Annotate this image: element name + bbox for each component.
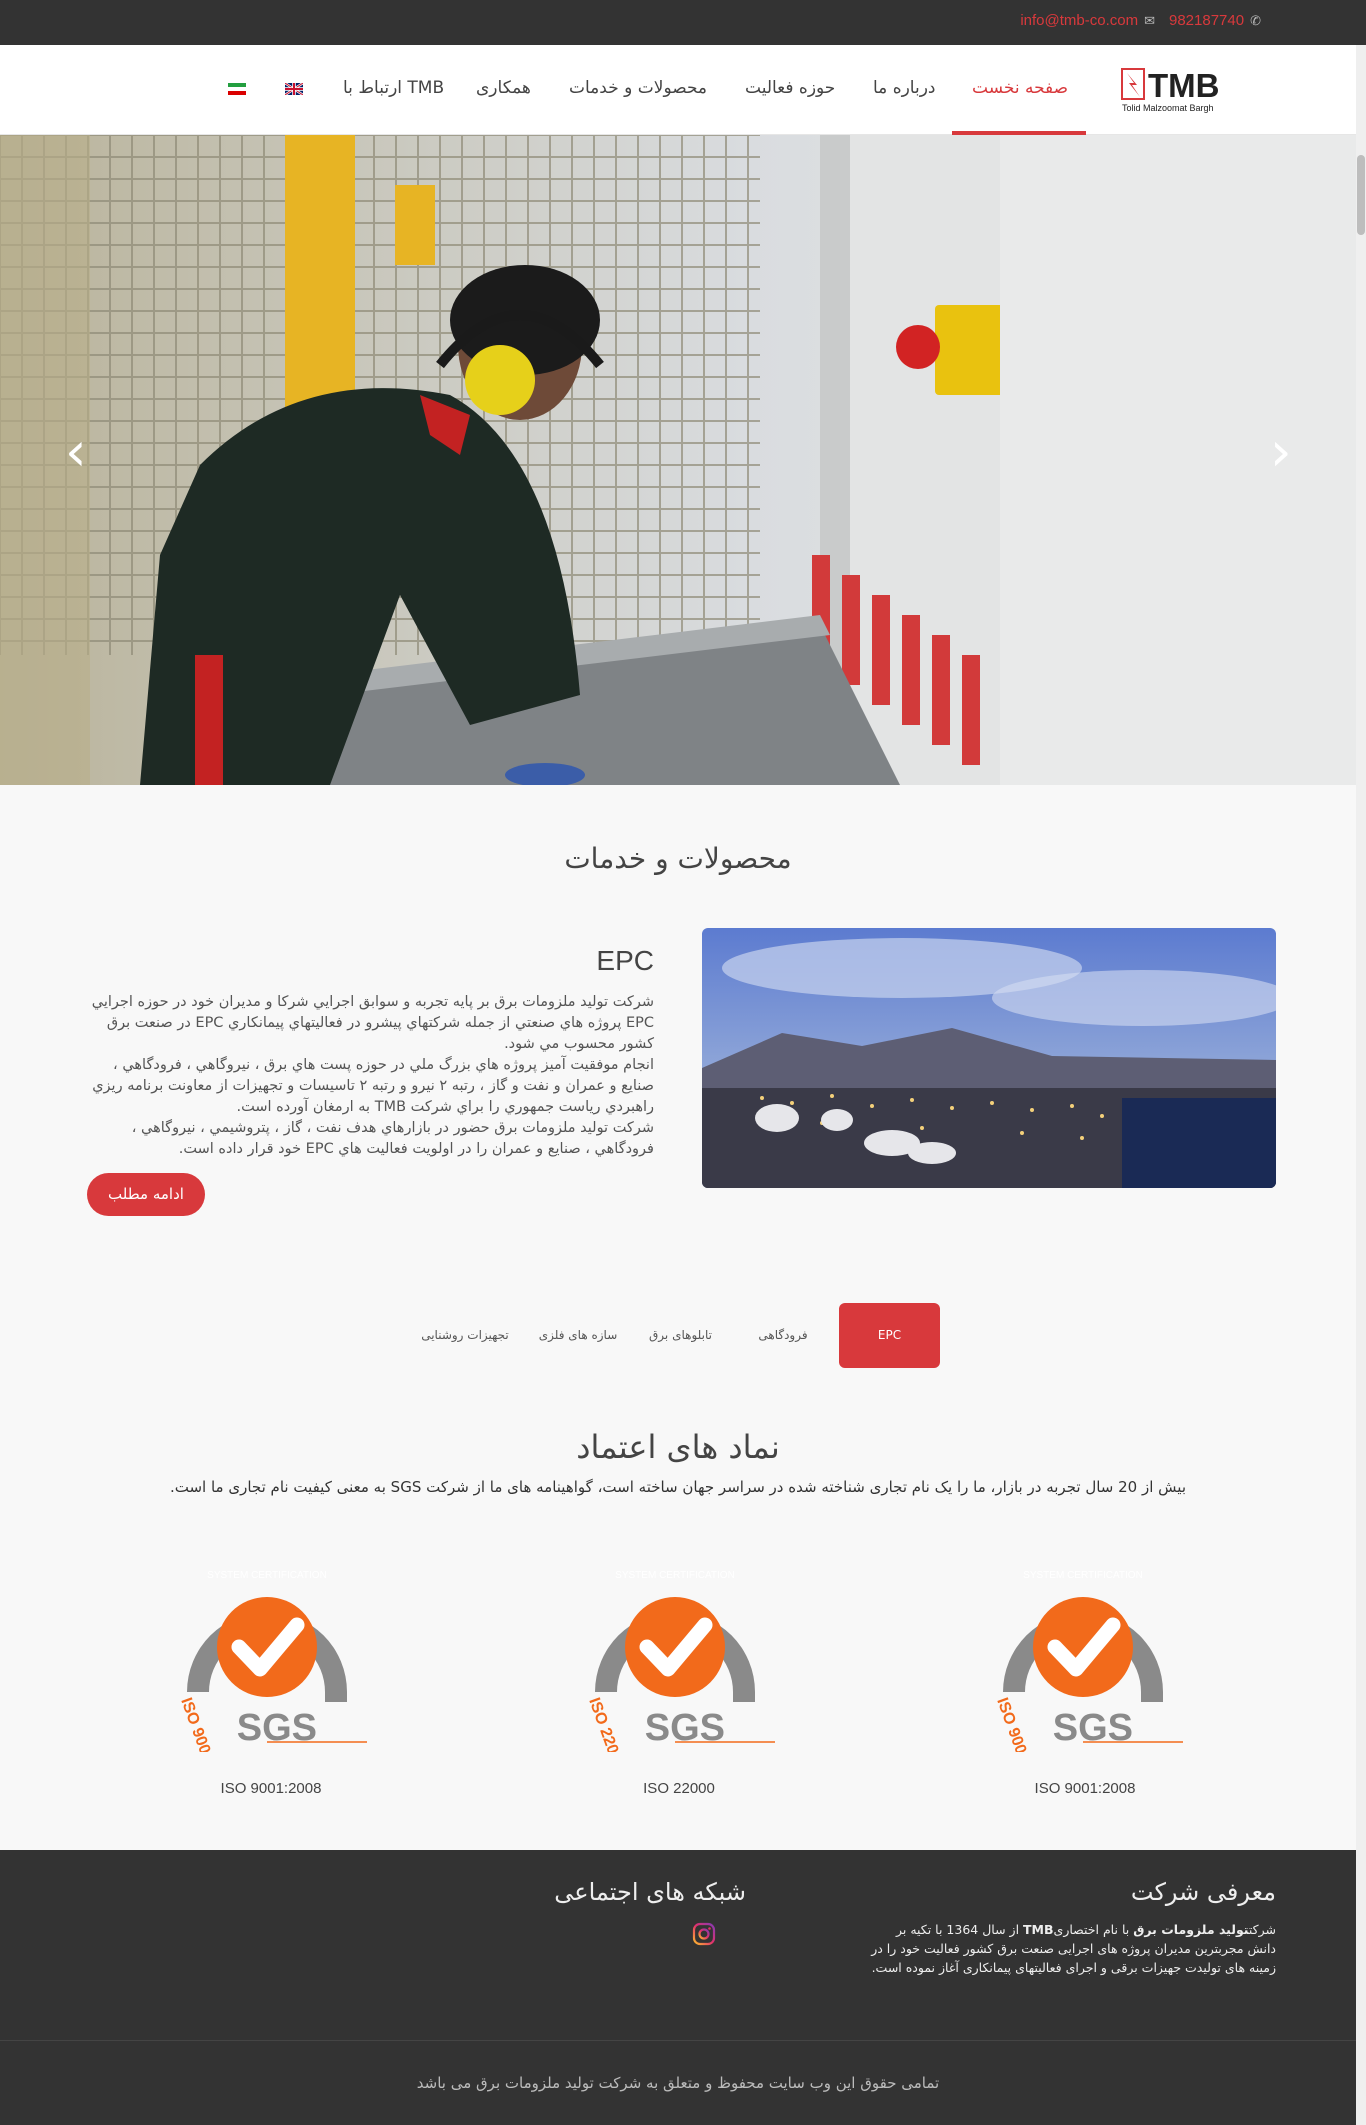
sgs-certificate-icon: SGS SYSTEM CERTIFICATION ISO 22000 (585, 1570, 775, 1752)
nav-products[interactable]: محصولات و خدمات (569, 78, 707, 98)
email-text[interactable]: info@tmb-co.com (1020, 12, 1138, 29)
nav-cooperation[interactable]: همکاری (476, 78, 531, 98)
ring-text: SYSTEM CERTIFICATION (1023, 1570, 1143, 1581)
trust-section-title: نماد های اعتماد (576, 1428, 780, 1466)
about-text: شرکتتولید ملزومات برق با نام اختصاریTMB … (866, 1920, 1276, 1977)
cert-label: ISO 9001:2008 (220, 1780, 322, 1797)
about-heading: معرفی شرکت (1130, 1878, 1276, 1906)
ring-text: SYSTEM CERTIFICATION (615, 1570, 735, 1581)
iso-text: ISO 9001:2008 (993, 1696, 1046, 1752)
products-section-title: محصولات و خدمات (564, 842, 792, 875)
epc-image (702, 928, 1276, 1188)
tab-metal-structures[interactable]: سازه های فلزی (528, 1303, 628, 1368)
tab-airport[interactable]: فرودگاهی (745, 1303, 821, 1368)
iso-text: ISO 22000 (585, 1696, 627, 1752)
sgs-certificate-icon: SGS SYSTEM CERTIFICATION ISO 9001:2008 (993, 1570, 1183, 1752)
tab-lighting-equipment[interactable]: تجهیزات روشنایی (415, 1303, 515, 1368)
hero-slider: ‹ › (0, 135, 1356, 785)
nav-about[interactable]: درباره ما (873, 78, 936, 98)
copyright-bar: تمامی حقوق این وب سایت محفوظ و متعلق به … (0, 2040, 1356, 2125)
read-more-button[interactable]: ادامه مطلب (87, 1173, 205, 1216)
cert-label: ISO 9001:2008 (1034, 1780, 1136, 1797)
instagram-icon[interactable] (692, 1922, 716, 1946)
about-abbreviation: TMB (1023, 1922, 1054, 1937)
envelope-icon: ✉ (1144, 12, 1155, 28)
top-bar: info@tmb-co.com ✉ 982187740 ✆ (0, 0, 1366, 45)
epc-paragraph: شرکت تولید ملزومات برق حضور در بازارهاي … (131, 1120, 654, 1157)
scrollbar-thumb[interactable] (1357, 155, 1365, 235)
logo-tagline: Tolid Malzoomat Bargh (1122, 103, 1214, 113)
social-heading: شبکه های اجتماعی (554, 1878, 746, 1906)
main-navbar: TMB Tolid Malzoomat Bargh صفحه نخست دربا… (0, 45, 1366, 135)
slider-prev-arrow[interactable]: ‹ (65, 425, 87, 479)
page-scrollbar[interactable] (1356, 45, 1366, 2125)
tmb-logo-icon: TMB Tolid Malzoomat Bargh (1121, 67, 1219, 113)
refinery-image (702, 928, 1276, 1188)
phone-link[interactable]: 982187740 ✆ (1169, 12, 1261, 29)
site-footer: معرفی شرکت شرکتتولید ملزومات برق با نام … (0, 1850, 1356, 2040)
contact-info: info@tmb-co.com ✉ 982187740 ✆ (1020, 12, 1261, 29)
logo-brand: TMB (1148, 67, 1219, 104)
trust-subtitle: بیش از 20 سال تجربه در بازار، ما را یک ن… (169, 1478, 1186, 1496)
epc-paragraph: انجام موفقیت آمیز پروژه هاي بزرگ ملي در … (92, 1057, 654, 1115)
about-text-pre: شرکت (1248, 1922, 1276, 1937)
tab-electrical-panels[interactable]: تابلوهای برق (633, 1303, 728, 1368)
cert-label: ISO 22000 (643, 1780, 715, 1797)
nav-activity[interactable]: حوزه فعالیت (745, 78, 835, 98)
iso-text: ISO 9001:2008 (177, 1696, 230, 1752)
tmb-logo[interactable]: TMB Tolid Malzoomat Bargh (1120, 65, 1250, 115)
epc-paragraph: شرکت تولید ملزومات برق بر پایه تجربه و س… (91, 994, 654, 1052)
about-company-name: تولید ملزومات برق (1133, 1922, 1249, 1937)
hero-image (0, 135, 1356, 785)
tab-epc[interactable]: EPC (839, 1303, 940, 1368)
epc-description: شرکت تولید ملزومات برق بر پایه تجربه و س… (80, 992, 654, 1160)
sgs-certificate-icon: SGS SYSTEM CERTIFICATION ISO 9001:2008 (177, 1570, 367, 1752)
iran-flag-icon[interactable] (228, 83, 246, 95)
phone-icon: ✆ (1250, 12, 1261, 28)
nav-home[interactable]: صفحه نخست (972, 78, 1068, 98)
english-flag-icon[interactable] (285, 83, 303, 95)
epc-heading: EPC (596, 945, 654, 976)
nav-contact[interactable]: ارتباط با TMB (343, 78, 444, 98)
ring-text: SYSTEM CERTIFICATION (207, 1570, 327, 1581)
slider-next-arrow[interactable]: › (1270, 425, 1292, 479)
about-text-mid: با نام اختصاری (1053, 1922, 1134, 1937)
email-link[interactable]: info@tmb-co.com ✉ (1020, 12, 1155, 29)
phone-text[interactable]: 982187740 (1169, 12, 1244, 29)
